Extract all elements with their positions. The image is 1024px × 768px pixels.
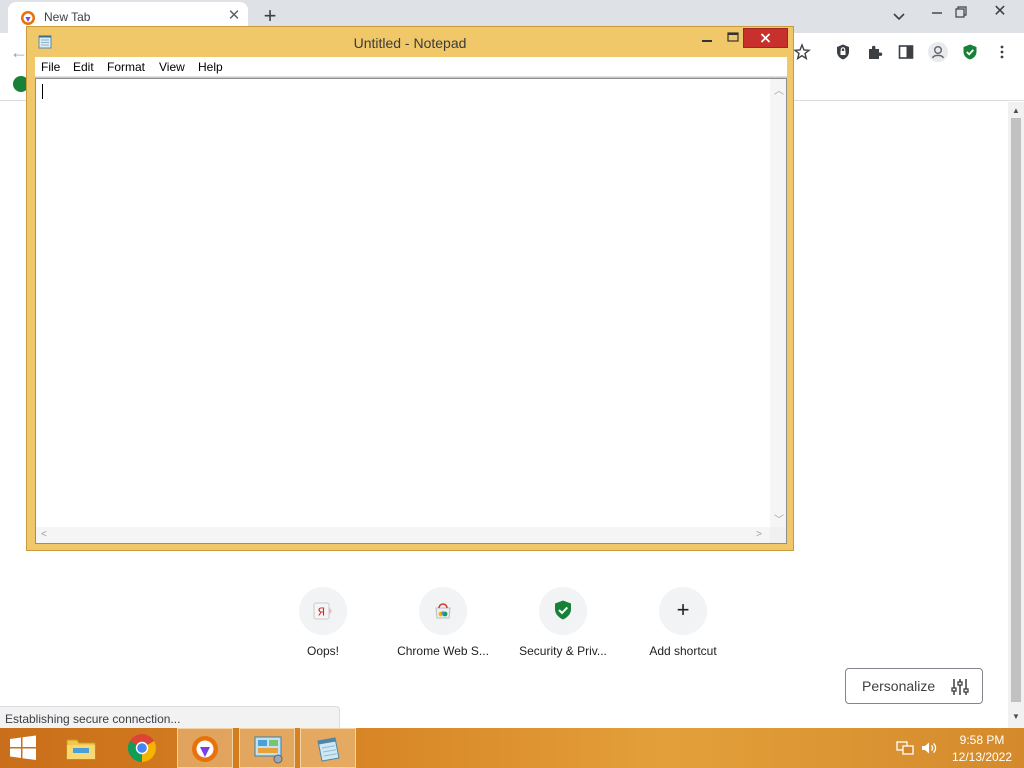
shortcut-icon-circle bbox=[419, 587, 467, 635]
profile-avatar-icon[interactable] bbox=[927, 41, 949, 63]
tab-close-icon[interactable]: ✕ bbox=[226, 8, 242, 24]
personalize-button[interactable]: Personalize bbox=[845, 668, 983, 704]
menu-help[interactable]: Help bbox=[198, 60, 223, 74]
notepad-text-area[interactable]: ︿ ﹀ < > bbox=[35, 78, 787, 544]
tab-title: New Tab bbox=[44, 10, 91, 24]
page-scrollbar[interactable]: ▲ ▼ bbox=[1008, 102, 1024, 728]
file-explorer-icon bbox=[66, 739, 96, 760]
window-restore-icon[interactable] bbox=[950, 2, 972, 22]
scroll-up-icon[interactable]: ︿ bbox=[774, 82, 784, 97]
shortcut-icon-circle bbox=[539, 587, 587, 635]
scroll-right-icon[interactable]: > bbox=[756, 529, 762, 540]
side-panel-icon[interactable] bbox=[897, 43, 915, 61]
scroll-down-icon[interactable]: ﹀ bbox=[774, 511, 784, 526]
notepad-window: Untitled - Notepad File Edit Format View… bbox=[26, 26, 794, 551]
windows-start-icon[interactable] bbox=[8, 734, 38, 762]
horizontal-scrollbar[interactable]: < > bbox=[36, 527, 770, 543]
shortcut-label: Security & Priv... bbox=[519, 644, 607, 658]
yandex-icon: Я bbox=[313, 602, 332, 620]
taskbar-chrome[interactable] bbox=[115, 728, 171, 768]
shortcut-icon-circle: Я bbox=[299, 587, 347, 635]
status-text: Establishing secure connection... bbox=[5, 712, 181, 726]
menu-edit[interactable]: Edit bbox=[73, 60, 94, 74]
svg-text:Я: Я bbox=[318, 606, 326, 619]
shortcut-label: Add shortcut bbox=[649, 644, 717, 658]
volume-icon[interactable] bbox=[920, 740, 938, 756]
chrome-web-store-icon bbox=[435, 603, 451, 619]
notepad-title: Untitled - Notepad bbox=[353, 35, 467, 51]
taskbar: 9:58 PM 12/13/2022 bbox=[0, 728, 1024, 768]
vertical-scrollbar[interactable]: ︿ ﹀ bbox=[770, 79, 786, 527]
close-icon[interactable] bbox=[743, 28, 788, 48]
more-menu-icon[interactable] bbox=[993, 43, 1011, 61]
browser-favicon-icon bbox=[21, 11, 35, 25]
taskbar-browser[interactable] bbox=[177, 728, 233, 768]
shield-lock-icon[interactable] bbox=[834, 43, 852, 61]
taskbar-control-panel[interactable] bbox=[239, 728, 295, 768]
shield-check-icon bbox=[555, 600, 571, 620]
chrome-icon bbox=[128, 734, 156, 762]
shortcut-label: Oops! bbox=[306, 644, 339, 658]
shield-check-extension-icon[interactable] bbox=[961, 43, 979, 61]
clock-time[interactable]: 9:58 PM bbox=[946, 733, 1018, 747]
bookmark-star-icon[interactable] bbox=[793, 43, 811, 61]
window-close-icon[interactable]: ✕ bbox=[988, 2, 1012, 22]
status-bubble: Establishing secure connection... bbox=[0, 706, 340, 728]
control-panel-icon bbox=[254, 736, 283, 764]
scroll-left-icon[interactable]: < bbox=[41, 529, 47, 540]
minimize-icon[interactable] bbox=[694, 28, 720, 48]
shortcut-label: Chrome Web S... bbox=[397, 644, 489, 658]
window-minimize-icon[interactable] bbox=[926, 2, 948, 22]
shortcut-icon-circle: + bbox=[659, 587, 707, 635]
notepad-titlebar[interactable]: Untitled - Notepad bbox=[27, 27, 793, 57]
clock-date[interactable]: 12/13/2022 bbox=[946, 750, 1018, 764]
sliders-icon bbox=[951, 679, 969, 695]
menu-format[interactable]: Format bbox=[107, 60, 145, 74]
extensions-puzzle-icon[interactable] bbox=[866, 43, 884, 61]
taskbar-notepad[interactable] bbox=[300, 728, 356, 768]
chevron-down-icon[interactable] bbox=[889, 6, 909, 26]
new-tab-button[interactable]: + bbox=[258, 4, 282, 28]
shortcut-tile[interactable]: Я Oops! bbox=[268, 587, 378, 667]
resize-grip-icon[interactable] bbox=[770, 527, 786, 543]
menu-file[interactable]: File bbox=[41, 60, 60, 74]
notepad-icon bbox=[317, 737, 340, 762]
shortcut-tile[interactable]: Security & Priv... bbox=[508, 587, 618, 667]
network-icon[interactable] bbox=[896, 740, 914, 756]
scroll-down-arrow-icon[interactable]: ▼ bbox=[1012, 712, 1020, 721]
menu-view[interactable]: View bbox=[159, 60, 185, 74]
taskbar-file-explorer[interactable] bbox=[53, 728, 109, 768]
shortcut-tile[interactable]: Chrome Web S... bbox=[388, 587, 498, 667]
browser-icon bbox=[192, 736, 218, 762]
add-shortcut-tile[interactable]: + Add shortcut bbox=[628, 587, 738, 667]
plus-icon: + bbox=[676, 597, 690, 622]
personalize-label: Personalize bbox=[862, 678, 936, 694]
notepad-menubar: File Edit Format View Help bbox=[35, 57, 787, 77]
scroll-up-arrow-icon[interactable]: ▲ bbox=[1012, 106, 1020, 115]
text-caret bbox=[42, 84, 43, 99]
page-scroll-thumb[interactable] bbox=[1011, 118, 1021, 702]
